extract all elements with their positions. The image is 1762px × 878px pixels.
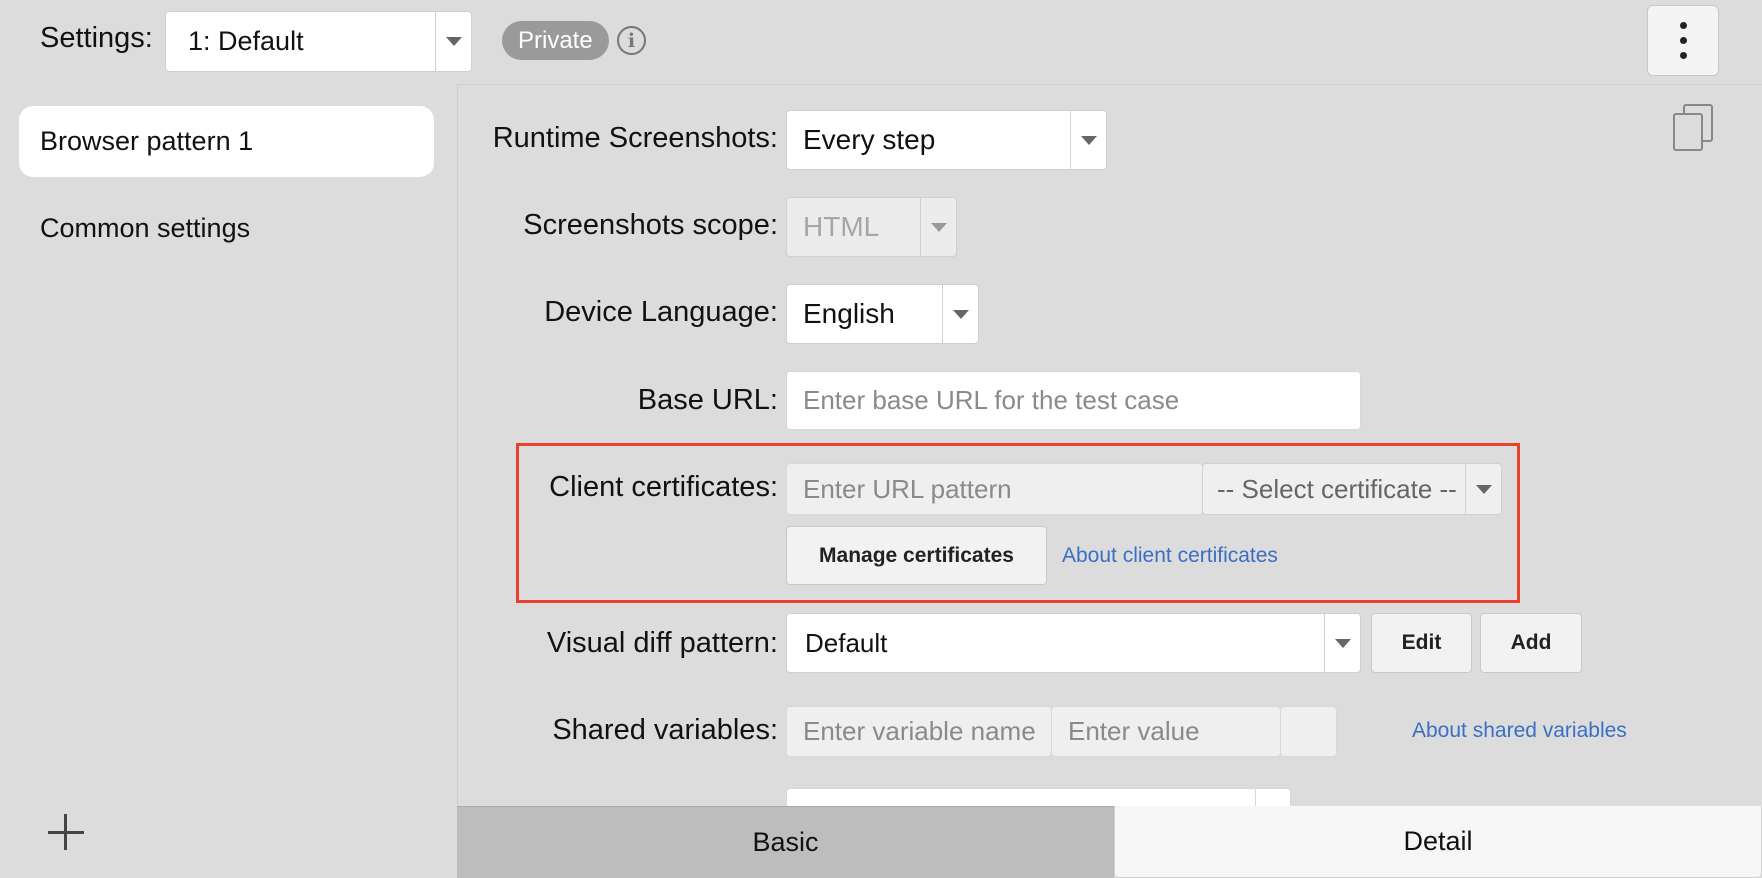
chevron-down-icon[interactable]	[435, 12, 471, 71]
next-row-select[interactable]	[786, 788, 1261, 806]
settings-select[interactable]: 1: Default	[165, 11, 472, 72]
sidebar: Browser pattern 1 Common settings	[0, 84, 457, 878]
add-visual-diff-button[interactable]: Add	[1480, 613, 1582, 673]
info-icon[interactable]: i	[617, 26, 646, 55]
tab-detail[interactable]: Detail	[1114, 806, 1762, 878]
screenshots-scope-label: Screenshots scope:	[523, 209, 778, 241]
device-language-select[interactable]: English	[786, 284, 979, 344]
top-bar: Settings: 1: Default Private i	[0, 0, 1762, 84]
base-url-label: Base URL:	[637, 384, 778, 416]
certificate-select-value: -- Select certificate --	[1217, 473, 1457, 504]
shared-variable-value-placeholder: Enter value	[1068, 716, 1200, 746]
sidebar-item-label: Common settings	[40, 213, 251, 243]
visual-diff-pattern-value: Default	[805, 627, 888, 658]
copy-icon[interactable]	[1673, 104, 1715, 152]
tab-detail-label: Detail	[1403, 826, 1473, 856]
tab-basic-label: Basic	[752, 827, 819, 857]
edit-visual-diff-button[interactable]: Edit	[1371, 613, 1472, 673]
more-dot-icon	[1679, 22, 1687, 29]
visual-diff-pattern-label: Visual diff pattern:	[546, 627, 778, 659]
client-certificate-url-input[interactable]: Enter URL pattern	[786, 463, 1203, 515]
settings-label: Settings:	[40, 22, 153, 54]
runtime-screenshots-value: Every step	[803, 124, 936, 155]
device-language-value: English	[803, 298, 895, 329]
screenshots-scope-select[interactable]: HTML	[786, 197, 957, 257]
shared-variable-name-placeholder: Enter variable name	[803, 716, 1036, 746]
bottom-tabs: Basic Detail	[457, 806, 1762, 878]
sidebar-item-browser-pattern-1[interactable]: Browser pattern 1	[19, 106, 434, 177]
more-dot-icon	[1679, 37, 1687, 44]
more-dot-icon	[1679, 52, 1687, 59]
chevron-down-icon[interactable]	[1465, 464, 1501, 514]
runtime-screenshots-label: Runtime Screenshots:	[492, 122, 778, 154]
base-url-input[interactable]: Enter base URL for the test case	[786, 371, 1361, 430]
more-options-button[interactable]	[1647, 5, 1719, 76]
private-badge: Private	[502, 21, 609, 60]
chevron-down-icon[interactable]	[1070, 111, 1106, 169]
client-certificates-label: Client certificates:	[549, 471, 778, 503]
shared-variable-value-input[interactable]: Enter value	[1051, 706, 1281, 757]
manage-certificates-button[interactable]: Manage certificates	[786, 526, 1047, 585]
device-language-label: Device Language:	[544, 296, 778, 328]
client-certificate-url-placeholder: Enter URL pattern	[803, 473, 1012, 504]
certificate-select[interactable]: -- Select certificate --	[1202, 463, 1502, 515]
about-shared-variables-link[interactable]: About shared variables	[1412, 719, 1627, 743]
chevron-down-icon	[920, 198, 956, 256]
sidebar-item-label: Browser pattern 1	[40, 126, 254, 156]
next-row-select-arrow[interactable]	[1255, 788, 1291, 806]
shared-variable-extra-field[interactable]	[1280, 706, 1337, 757]
sidebar-item-common-settings[interactable]: Common settings	[19, 193, 434, 264]
runtime-screenshots-select[interactable]: Every step	[786, 110, 1107, 170]
settings-select-value: 1: Default	[188, 26, 304, 56]
settings-window: Settings: 1: Default Private i Browser p…	[0, 0, 1762, 878]
visual-diff-pattern-select[interactable]: Default	[786, 613, 1361, 673]
chevron-down-icon[interactable]	[1324, 614, 1360, 672]
shared-variables-label: Shared variables:	[552, 714, 778, 746]
base-url-placeholder: Enter base URL for the test case	[803, 385, 1180, 415]
shared-variable-name-input[interactable]: Enter variable name	[786, 706, 1052, 757]
add-pattern-button[interactable]	[48, 812, 88, 852]
about-client-certificates-link[interactable]: About client certificates	[1062, 544, 1278, 568]
chevron-down-icon[interactable]	[942, 285, 978, 343]
tab-basic[interactable]: Basic	[457, 806, 1114, 878]
screenshots-scope-value: HTML	[803, 211, 880, 242]
